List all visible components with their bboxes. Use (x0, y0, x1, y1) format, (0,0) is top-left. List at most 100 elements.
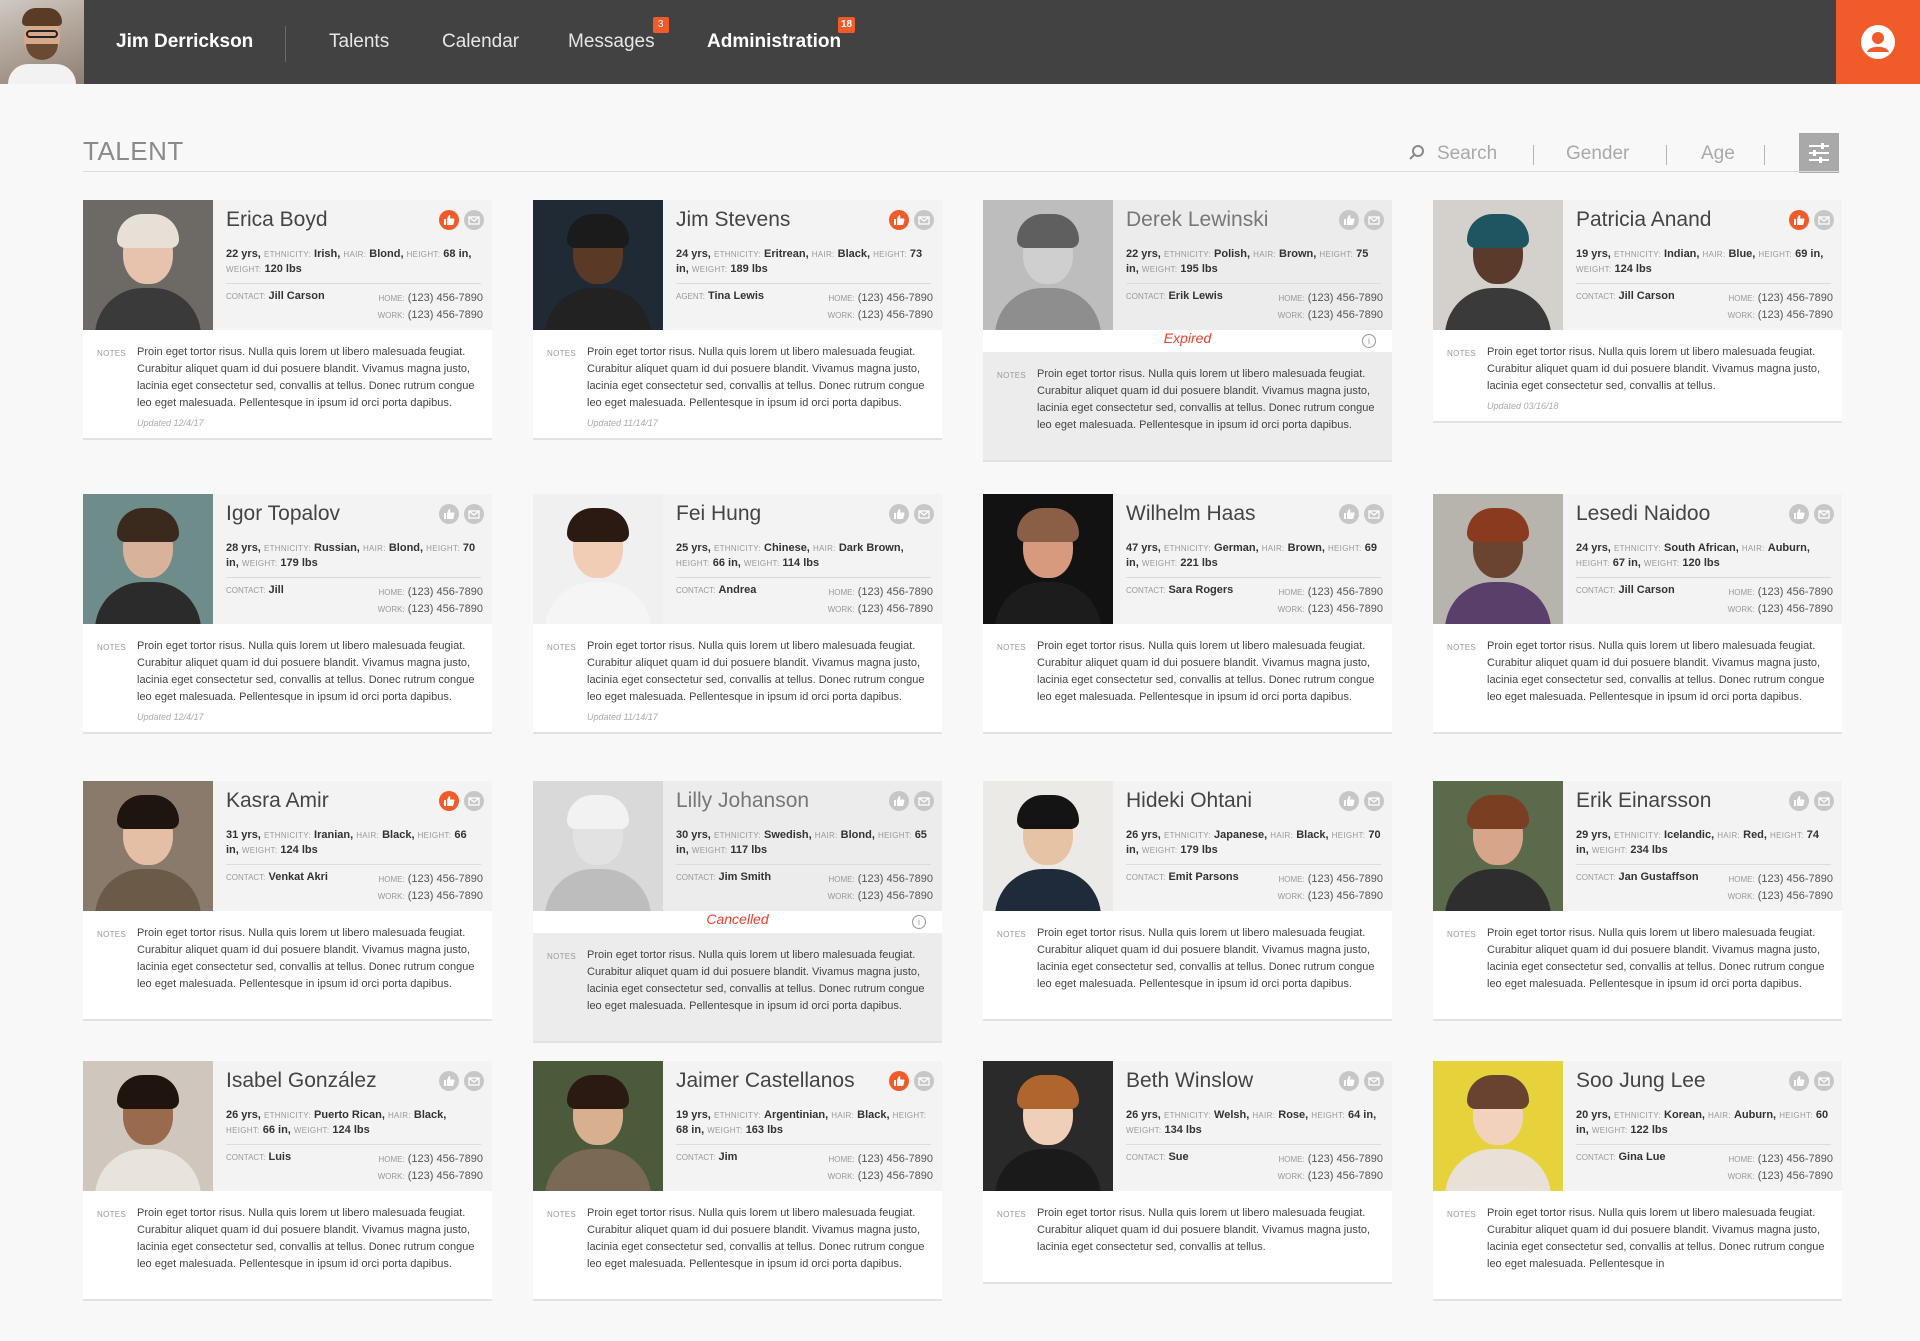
work-phone[interactable]: (123) 456-7890 (858, 890, 933, 902)
talent-photo[interactable] (83, 494, 213, 624)
talent-card[interactable]: Derek Lewinski 22 yrs, ETHNICITY: Polish,… (983, 200, 1392, 462)
work-phone[interactable]: (123) 456-7890 (1308, 1170, 1383, 1182)
age-filter[interactable]: Age (1701, 143, 1735, 165)
work-phone[interactable]: (123) 456-7890 (408, 890, 483, 902)
work-phone[interactable]: (123) 456-7890 (1758, 309, 1833, 321)
talent-photo[interactable] (1433, 781, 1563, 911)
talent-card[interactable]: Wilhelm Haas 47 yrs, ETHNICITY: German, H… (983, 494, 1392, 734)
home-phone[interactable]: (123) 456-7890 (858, 1153, 933, 1165)
thumbs-up-icon[interactable] (439, 1071, 459, 1091)
thumbs-up-icon[interactable] (1789, 1071, 1809, 1091)
talent-photo[interactable] (983, 781, 1113, 911)
mail-icon[interactable] (464, 791, 484, 811)
home-phone[interactable]: (123) 456-7890 (858, 873, 933, 885)
home-phone[interactable]: (123) 456-7890 (408, 586, 483, 598)
work-phone[interactable]: (123) 456-7890 (1308, 890, 1383, 902)
talent-card[interactable]: Igor Topalov 28 yrs, ETHNICITY: Russian, … (83, 494, 492, 734)
talent-name[interactable]: Lesedi Naidoo (1576, 502, 1710, 526)
search-input[interactable]: Search (1437, 143, 1497, 165)
thumbs-up-icon[interactable] (1789, 504, 1809, 524)
work-phone[interactable]: (123) 456-7890 (858, 309, 933, 321)
talent-name[interactable]: Erik Einarsson (1576, 789, 1711, 813)
work-phone[interactable]: (123) 456-7890 (1758, 1170, 1833, 1182)
talent-card[interactable]: Lilly Johanson 30 yrs, ETHNICITY: Swedish… (533, 781, 942, 1043)
work-phone[interactable]: (123) 456-7890 (858, 603, 933, 615)
home-phone[interactable]: (123) 456-7890 (408, 873, 483, 885)
mail-icon[interactable] (1364, 1071, 1384, 1091)
home-phone[interactable]: (123) 456-7890 (1758, 873, 1833, 885)
thumbs-up-icon[interactable] (1339, 1071, 1359, 1091)
talent-photo[interactable] (1433, 200, 1563, 330)
thumbs-up-icon[interactable] (1789, 210, 1809, 230)
talent-photo[interactable] (983, 1061, 1113, 1191)
talent-photo[interactable] (83, 781, 213, 911)
thumbs-up-icon[interactable] (439, 504, 459, 524)
mail-icon[interactable] (1814, 210, 1834, 230)
talent-photo[interactable] (83, 1061, 213, 1191)
work-phone[interactable]: (123) 456-7890 (408, 603, 483, 615)
talent-name[interactable]: Jaimer Castellanos (676, 1069, 855, 1093)
profile-button[interactable] (1836, 0, 1920, 84)
talent-photo[interactable] (1433, 1061, 1563, 1191)
current-user-name[interactable]: Jim Derrickson (116, 31, 253, 53)
mail-icon[interactable] (1814, 1071, 1834, 1091)
info-icon[interactable]: i (1362, 334, 1376, 348)
talent-card[interactable]: Erik Einarsson 29 yrs, ETHNICITY: Iceland… (1433, 781, 1842, 1021)
home-phone[interactable]: (123) 456-7890 (1758, 586, 1833, 598)
current-user-avatar[interactable] (0, 0, 84, 84)
home-phone[interactable]: (123) 456-7890 (858, 586, 933, 598)
work-phone[interactable]: (123) 456-7890 (408, 1170, 483, 1182)
talent-photo[interactable] (983, 494, 1113, 624)
talent-card[interactable]: Soo Jung Lee 20 yrs, ETHNICITY: Korean, H… (1433, 1061, 1842, 1301)
talent-card[interactable]: Patricia Anand 19 yrs, ETHNICITY: Indian,… (1433, 200, 1842, 423)
mail-icon[interactable] (914, 504, 934, 524)
home-phone[interactable]: (123) 456-7890 (1308, 873, 1383, 885)
home-phone[interactable]: (123) 456-7890 (408, 292, 483, 304)
talent-photo[interactable] (983, 200, 1113, 330)
nav-administration[interactable]: Administration 18 (707, 17, 856, 53)
talent-name[interactable]: Patricia Anand (1576, 208, 1711, 232)
talent-name[interactable]: Igor Topalov (226, 502, 340, 526)
talent-photo[interactable] (533, 494, 663, 624)
talent-card[interactable]: Isabel González 26 yrs, ETHNICITY: Puerto… (83, 1061, 492, 1301)
info-icon[interactable]: i (912, 915, 926, 929)
work-phone[interactable]: (123) 456-7890 (408, 309, 483, 321)
talent-card[interactable]: Beth Winslow 26 yrs, ETHNICITY: Welsh, HA… (983, 1061, 1392, 1284)
gender-filter[interactable]: Gender (1566, 143, 1629, 165)
home-phone[interactable]: (123) 456-7890 (1758, 1153, 1833, 1165)
talent-card[interactable]: Hideki Ohtani 26 yrs, ETHNICITY: Japanese… (983, 781, 1392, 1021)
nav-talents[interactable]: Talents (329, 31, 389, 53)
filter-settings-button[interactable] (1799, 133, 1839, 173)
talent-name[interactable]: Derek Lewinski (1126, 208, 1268, 232)
thumbs-up-icon[interactable] (439, 210, 459, 230)
talent-name[interactable]: Jim Stevens (676, 208, 790, 232)
home-phone[interactable]: (123) 456-7890 (1308, 586, 1383, 598)
mail-icon[interactable] (1814, 504, 1834, 524)
mail-icon[interactable] (464, 1071, 484, 1091)
talent-card[interactable]: Erica Boyd 22 yrs, ETHNICITY: Irish, HAIR… (83, 200, 492, 440)
mail-icon[interactable] (1364, 504, 1384, 524)
mail-icon[interactable] (1364, 791, 1384, 811)
talent-card[interactable]: Kasra Amir 31 yrs, ETHNICITY: Iranian, HA… (83, 781, 492, 1021)
talent-photo[interactable] (1433, 494, 1563, 624)
work-phone[interactable]: (123) 456-7890 (1758, 890, 1833, 902)
home-phone[interactable]: (123) 456-7890 (1308, 292, 1383, 304)
talent-photo[interactable] (533, 1061, 663, 1191)
work-phone[interactable]: (123) 456-7890 (858, 1170, 933, 1182)
mail-icon[interactable] (1814, 791, 1834, 811)
mail-icon[interactable] (914, 210, 934, 230)
nav-messages[interactable]: Messages 3 (568, 17, 669, 53)
nav-calendar[interactable]: Calendar (442, 31, 519, 53)
thumbs-up-icon[interactable] (1339, 504, 1359, 524)
mail-icon[interactable] (464, 210, 484, 230)
talent-photo[interactable] (533, 781, 663, 911)
talent-name[interactable]: Wilhelm Haas (1126, 502, 1256, 526)
talent-photo[interactable] (83, 200, 213, 330)
talent-card[interactable]: Jim Stevens 24 yrs, ETHNICITY: Eritrean, … (533, 200, 942, 440)
home-phone[interactable]: (123) 456-7890 (408, 1153, 483, 1165)
talent-card[interactable]: Fei Hung 25 yrs, ETHNICITY: Chinese, HAIR… (533, 494, 942, 734)
talent-name[interactable]: Lilly Johanson (676, 789, 809, 813)
mail-icon[interactable] (914, 1071, 934, 1091)
thumbs-up-icon[interactable] (889, 1071, 909, 1091)
talent-name[interactable]: Hideki Ohtani (1126, 789, 1252, 813)
